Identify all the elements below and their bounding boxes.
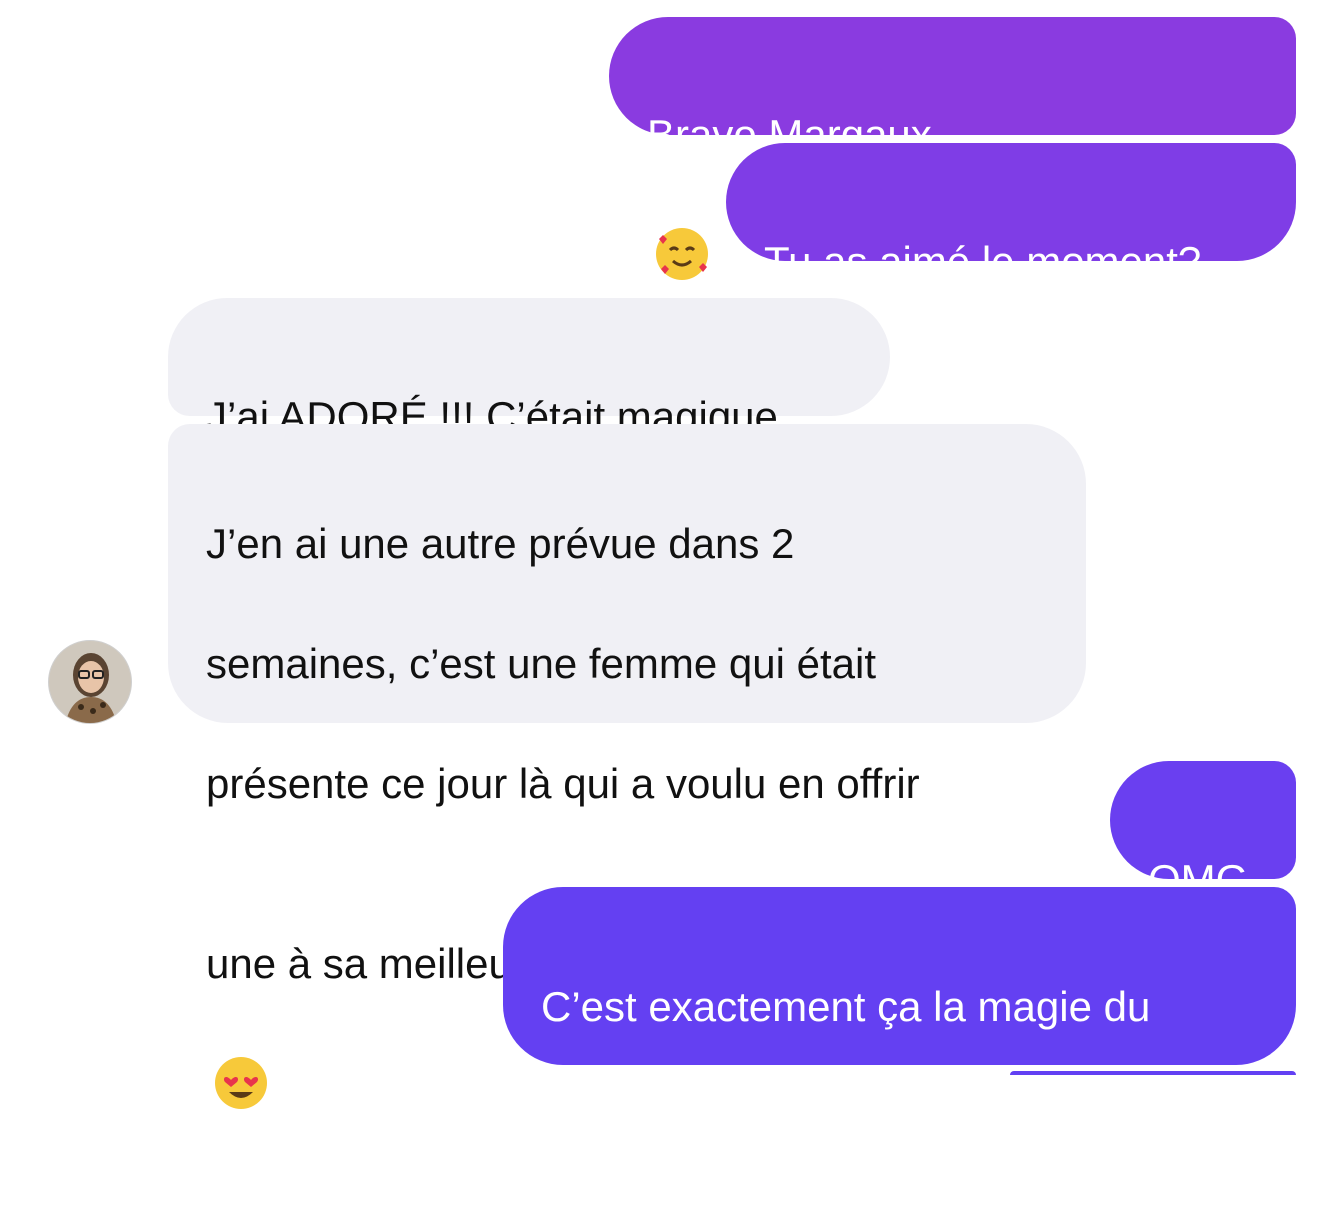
message-line: C’est exactement ça la magie du — [541, 983, 1151, 1030]
smiling-face-with-hearts-icon — [653, 165, 711, 299]
message-line: présente ce jour là qui a voulu en offri… — [206, 760, 920, 807]
message-line: semaines, c’est une femme qui était — [206, 640, 876, 687]
person-avatar-icon — [49, 641, 131, 723]
heart-eyes-icon — [212, 994, 270, 1128]
message-bubble-incoming[interactable]: J’en ai une autre prévue dans 2 semaines… — [168, 424, 1086, 1109]
message-bubble-outgoing[interactable]: OMG — [1110, 761, 1296, 903]
message-line: J’en ai une autre prévue dans 2 — [206, 520, 795, 567]
message-bubble-outgoing[interactable]: Bravo Margaux — [609, 17, 1296, 682]
message-bubble-outgoing[interactable]: C’est exactement ça la magie du MamaBles… — [503, 887, 1296, 1150]
contact-avatar[interactable] — [48, 640, 132, 724]
message-bubble-outgoing[interactable]: Tu as aimé le moment? — [726, 143, 1296, 285]
message-line: MamaBlessing — [541, 1103, 817, 1150]
message-bubble-outgoing-partial[interactable] — [1010, 1071, 1296, 1075]
message-text: Tu as aimé le moment? — [764, 238, 1202, 285]
message-bubble-incoming[interactable]: J’ai ADORÉ !!! C’était magique — [168, 298, 890, 440]
